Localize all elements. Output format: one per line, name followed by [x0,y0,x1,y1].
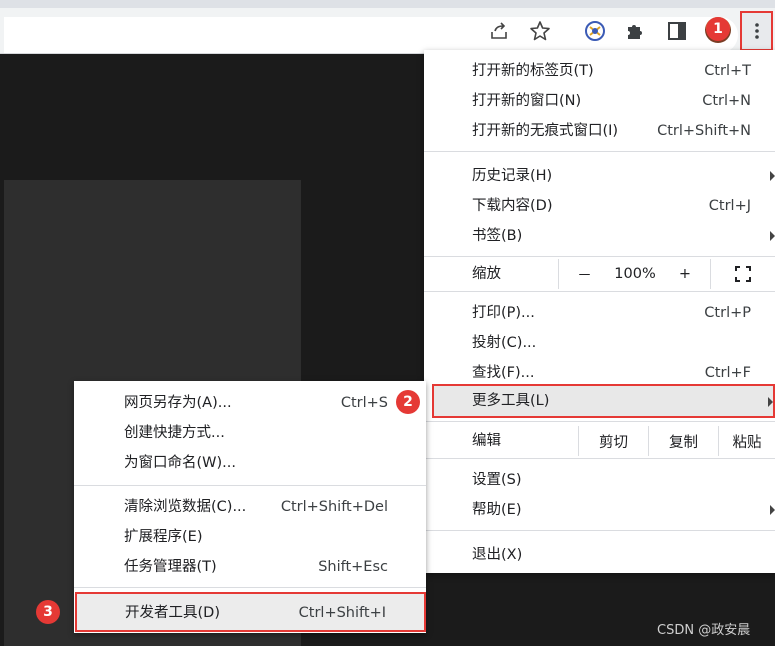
submenu-item-label: 为窗口命名(W)... [124,455,236,471]
submenu-item-task-manager[interactable]: 任务管理器(T) Shift+Esc [74,553,426,581]
menu-item-label: 书签(B) [472,228,523,244]
submenu-item-shortcut: Shift+Esc [318,559,388,575]
menu-divider [424,530,775,531]
tab-strip [0,0,775,8]
fullscreen-button[interactable] [710,259,775,289]
submenu-item-create-shortcut[interactable]: 创建快捷方式... [74,419,426,447]
cut-button[interactable]: 剪切 [578,426,648,456]
menu-item-history[interactable]: 历史记录(H) [424,162,775,190]
menu-divider [424,458,775,459]
menu-item-label: 下载内容(D) [472,198,553,214]
submenu-arrow-icon [770,231,775,241]
menu-divider [424,291,775,292]
menu-item-label: 查找(F)... [472,365,535,381]
chrome-menu-button[interactable] [740,11,773,51]
step-marker-3: 3 [36,600,60,624]
menu-item-shortcut: Ctrl+T [704,63,751,79]
menu-item-find[interactable]: 查找(F)... Ctrl+F [424,359,775,387]
submenu-item-shortcut: Ctrl+S [340,395,388,411]
submenu-item-save-page-as[interactable]: 网页另存为(A)... Ctrl+S [74,389,426,417]
fullscreen-icon [735,266,751,282]
zoom-out-button[interactable]: － [558,259,610,289]
chrome-main-menu: 打开新的标签页(T) Ctrl+T 打开新的窗口(N) Ctrl+N 打开新的无… [424,50,775,573]
share-icon[interactable] [486,18,512,44]
menu-divider [424,256,775,257]
submenu-item-developer-tools[interactable]: 开发者工具(D) Ctrl+Shift+I [75,592,426,632]
submenu-item-name-window[interactable]: 为窗口命名(W)... [74,449,426,477]
extension-app-icon[interactable] [582,18,608,44]
watermark: CSDN @政安晨 [657,623,751,638]
submenu-item-label: 扩展程序(E) [124,529,203,545]
menu-item-label: 退出(X) [472,547,523,563]
menu-item-more-tools[interactable]: 更多工具(L) [432,384,775,418]
submenu-item-label: 清除浏览数据(C)... [124,499,247,515]
menu-divider [74,485,426,486]
menu-item-shortcut: Ctrl+F [704,365,751,381]
menu-item-label: 投射(C)... [472,335,537,351]
submenu-arrow-icon [770,171,775,181]
submenu-arrow-icon [768,397,773,407]
side-panel-icon[interactable] [664,18,690,44]
submenu-item-extensions[interactable]: 扩展程序(E) [74,523,426,551]
zoom-in-button[interactable]: + [660,259,710,289]
menu-item-label: 打开新的无痕式窗口(I) [472,123,619,139]
menu-item-shortcut: Ctrl+N [702,93,751,109]
submenu-item-label: 网页另存为(A)... [124,395,232,411]
submenu-item-label: 创建快捷方式... [124,425,225,441]
menu-item-shortcut: Ctrl+Shift+N [657,123,751,139]
bookmark-star-icon[interactable] [527,18,553,44]
menu-item-print[interactable]: 打印(P)... Ctrl+P [424,299,775,327]
menu-item-cast[interactable]: 投射(C)... [424,329,775,357]
submenu-arrow-icon [770,505,775,515]
menu-divider [74,587,426,588]
submenu-item-shortcut: Ctrl+Shift+I [298,605,386,621]
menu-divider [424,421,775,422]
zoom-level-value: 100% [614,266,656,282]
menu-item-new-incognito-window[interactable]: 打开新的无痕式窗口(I) Ctrl+Shift+N [424,117,775,145]
submenu-item-label: 开发者工具(D) [125,605,220,621]
menu-item-label: 打开新的窗口(N) [472,93,582,109]
zoom-row: 缩放 － 100% + [424,259,775,289]
edit-label: 编辑 [472,433,501,449]
copy-button[interactable]: 复制 [648,426,718,456]
menu-item-new-window[interactable]: 打开新的窗口(N) Ctrl+N [424,87,775,115]
menu-item-help[interactable]: 帮助(E) [424,496,775,524]
menu-item-exit[interactable]: 退出(X) [424,541,775,569]
step-marker-2: 2 [396,390,420,414]
menu-divider [424,151,775,152]
submenu-item-label: 任务管理器(T) [124,559,217,575]
menu-item-label: 设置(S) [472,472,522,488]
browser-toolbar [0,8,775,54]
menu-item-label: 帮助(E) [472,502,522,518]
menu-item-bookmarks[interactable]: 书签(B) [424,222,775,250]
edit-row: 编辑 剪切 复制 粘贴 [424,426,775,456]
menu-item-shortcut: Ctrl+P [704,305,751,321]
menu-item-settings[interactable]: 设置(S) [424,466,775,494]
submenu-item-clear-browsing-data[interactable]: 清除浏览数据(C)... Ctrl+Shift+Del [74,493,426,521]
step-marker-1: 1 [706,17,730,41]
menu-item-downloads[interactable]: 下载内容(D) Ctrl+J [424,192,775,220]
menu-item-label: 历史记录(H) [472,168,553,184]
submenu-item-shortcut: Ctrl+Shift+Del [280,499,388,515]
menu-item-label: 更多工具(L) [472,393,550,409]
zoom-label: 缩放 [472,266,501,282]
menu-item-label: 打开新的标签页(T) [472,63,594,79]
kebab-menu-icon [754,23,759,39]
menu-item-shortcut: Ctrl+J [708,198,751,214]
menu-item-new-tab[interactable]: 打开新的标签页(T) Ctrl+T [424,57,775,85]
paste-button[interactable]: 粘贴 [718,426,775,456]
puzzle-extensions-icon[interactable] [622,18,648,44]
menu-item-label: 打印(P)... [472,305,535,321]
